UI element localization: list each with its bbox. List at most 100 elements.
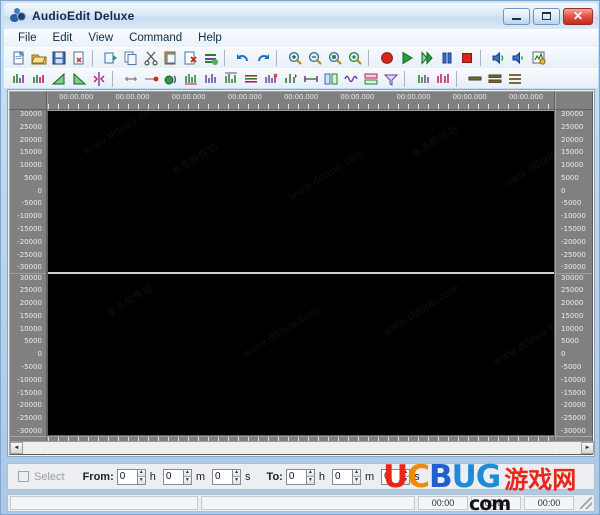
- to-minutes-stepper[interactable]: 0 ▲ ▼: [331, 468, 361, 485]
- to-seconds-spin-buttons[interactable]: ▲ ▼: [401, 468, 411, 485]
- undo-icon[interactable]: [233, 49, 252, 67]
- fade-out-icon[interactable]: [69, 70, 88, 88]
- menu-item-command[interactable]: Command: [121, 31, 190, 45]
- flanger-icon[interactable]: [221, 70, 240, 88]
- minimize-button[interactable]: [503, 7, 530, 25]
- equalizer-icon[interactable]: [241, 70, 260, 88]
- scroll-left-arrow-icon[interactable]: ◄: [10, 442, 23, 454]
- to-hours-stepper[interactable]: 0 ▲ ▼: [285, 468, 315, 485]
- filter-icon[interactable]: [381, 70, 400, 88]
- silence-icon[interactable]: [121, 70, 140, 88]
- cut-icon[interactable]: [141, 49, 160, 67]
- to-minutes-spin-down[interactable]: ▼: [352, 476, 360, 484]
- from-seconds-stepper[interactable]: 0 ▲ ▼: [212, 468, 242, 485]
- reverb-icon[interactable]: [181, 70, 200, 88]
- pitch-shift-icon[interactable]: [281, 70, 300, 88]
- paste-special-icon[interactable]: [101, 49, 120, 67]
- to-seconds-spin-down[interactable]: ▼: [402, 476, 410, 484]
- reverse-icon[interactable]: [321, 70, 340, 88]
- merge-channel-icon[interactable]: [433, 70, 452, 88]
- time-ruler-top[interactable]: 00:00.000 00:00.000 00:00.000 00:00.000 00:0…: [47, 91, 555, 110]
- stereo-view-icon[interactable]: [485, 70, 504, 88]
- to-minutes-unit: m: [364, 470, 375, 483]
- from-seconds-spin-down[interactable]: ▼: [233, 476, 241, 484]
- audio-settings-icon[interactable]: [529, 49, 548, 67]
- stop-icon[interactable]: [457, 49, 476, 67]
- redo-icon[interactable]: [253, 49, 272, 67]
- delete-selection-icon[interactable]: [181, 49, 200, 67]
- split-channel-icon[interactable]: [413, 70, 432, 88]
- amplitude-tick-label: -10000: [561, 212, 586, 221]
- resize-grip-icon[interactable]: [580, 497, 592, 509]
- record-icon[interactable]: [377, 49, 396, 67]
- volume-down-icon[interactable]: [509, 49, 528, 67]
- waveform-channel-2[interactable]: 多多软件站 www.ddooo.com www.ddooo.com www.ddooo…: [48, 272, 572, 435]
- waveform-channel-1[interactable]: www.ddooo.com 多多软件站 www.ddooo.com 多多软件站 www.…: [48, 101, 582, 272]
- close-button[interactable]: ✕: [563, 7, 593, 25]
- paste-icon[interactable]: [161, 49, 180, 67]
- play-icon[interactable]: [397, 49, 416, 67]
- from-minutes-spin-down[interactable]: ▼: [183, 476, 191, 484]
- open-file-icon[interactable]: [29, 49, 48, 67]
- menu-item-edit[interactable]: Edit: [45, 31, 81, 45]
- from-minutes-spin-buttons[interactable]: ▲ ▼: [182, 468, 192, 485]
- from-hours-stepper[interactable]: 0 ▲ ▼: [116, 468, 146, 485]
- pause-icon[interactable]: [437, 49, 456, 67]
- play-selection-icon[interactable]: [417, 49, 436, 67]
- mix-paste-icon[interactable]: [201, 49, 220, 67]
- volume-up-icon[interactable]: [489, 49, 508, 67]
- from-minutes-input[interactable]: 0: [162, 468, 183, 485]
- echo-icon[interactable]: [161, 70, 180, 88]
- invert-icon[interactable]: [89, 70, 108, 88]
- from-seconds-spin-buttons[interactable]: ▲ ▼: [232, 468, 242, 485]
- scroll-right-arrow-icon[interactable]: ►: [581, 442, 594, 454]
- amplitude-tick-label: -20000: [561, 401, 586, 410]
- insert-silence-icon[interactable]: [141, 70, 160, 88]
- amplify-icon[interactable]: [9, 70, 28, 88]
- waveform-canvas[interactable]: www.ddooo.com 多多软件站 www.ddooo.com 多多软件站 www.…: [47, 101, 582, 436]
- channel-mixer-icon[interactable]: [361, 70, 380, 88]
- vibrato-icon[interactable]: [341, 70, 360, 88]
- to-hours-spin-buttons[interactable]: ▲ ▼: [305, 468, 315, 485]
- to-minutes-spin-buttons[interactable]: ▲ ▼: [351, 468, 361, 485]
- toolbar-separator: [456, 70, 462, 87]
- time-stretch-icon[interactable]: [301, 70, 320, 88]
- to-seconds-input[interactable]: 0: [381, 468, 402, 485]
- from-minutes-stepper[interactable]: 0 ▲ ▼: [162, 468, 192, 485]
- save-file-icon[interactable]: [49, 49, 68, 67]
- from-seconds-input[interactable]: 0: [212, 468, 233, 485]
- horizontal-scrollbar[interactable]: ◄ ►: [10, 441, 594, 454]
- close-file-icon[interactable]: [69, 49, 88, 67]
- ruler-time-label: 00:00.000: [508, 93, 543, 101]
- from-hours-spin-buttons[interactable]: ▲ ▼: [136, 468, 146, 485]
- copy-icon[interactable]: [121, 49, 140, 67]
- menu-item-view[interactable]: View: [80, 31, 121, 45]
- to-minutes-input[interactable]: 0: [331, 468, 352, 485]
- normalize-icon[interactable]: [29, 70, 48, 88]
- amplitude-tick-label: -25000: [17, 414, 42, 423]
- maximize-button[interactable]: [533, 7, 560, 25]
- chorus-icon[interactable]: [201, 70, 220, 88]
- to-hours-spin-down[interactable]: ▼: [306, 476, 314, 484]
- mono-view-icon[interactable]: [465, 70, 484, 88]
- amplitude-tick-label: 0: [37, 350, 42, 359]
- zoom-selection-icon[interactable]: [325, 49, 344, 67]
- from-hours-spin-down[interactable]: ▼: [137, 476, 145, 484]
- zoom-full-icon[interactable]: [345, 49, 364, 67]
- amplitude-tick-label: -15000: [561, 388, 586, 397]
- menu-item-file[interactable]: File: [10, 31, 45, 45]
- new-file-icon[interactable]: [9, 49, 28, 67]
- select-checkbox[interactable]: [18, 471, 29, 482]
- multi-view-icon[interactable]: [505, 70, 524, 88]
- scrollbar-track[interactable]: [23, 442, 581, 454]
- to-seconds-stepper[interactable]: 0 ▲ ▼: [381, 468, 411, 485]
- from-hours-input[interactable]: 0: [116, 468, 137, 485]
- menu-item-help[interactable]: Help: [190, 31, 230, 45]
- noise-reduction-icon[interactable]: [261, 70, 280, 88]
- status-bar: 00:00 00:00 00:00: [7, 494, 595, 512]
- zoom-in-icon[interactable]: [285, 49, 304, 67]
- toolbar-separator: [480, 50, 486, 66]
- zoom-out-icon[interactable]: [305, 49, 324, 67]
- to-hours-input[interactable]: 0: [285, 468, 306, 485]
- fade-in-icon[interactable]: [49, 70, 68, 88]
